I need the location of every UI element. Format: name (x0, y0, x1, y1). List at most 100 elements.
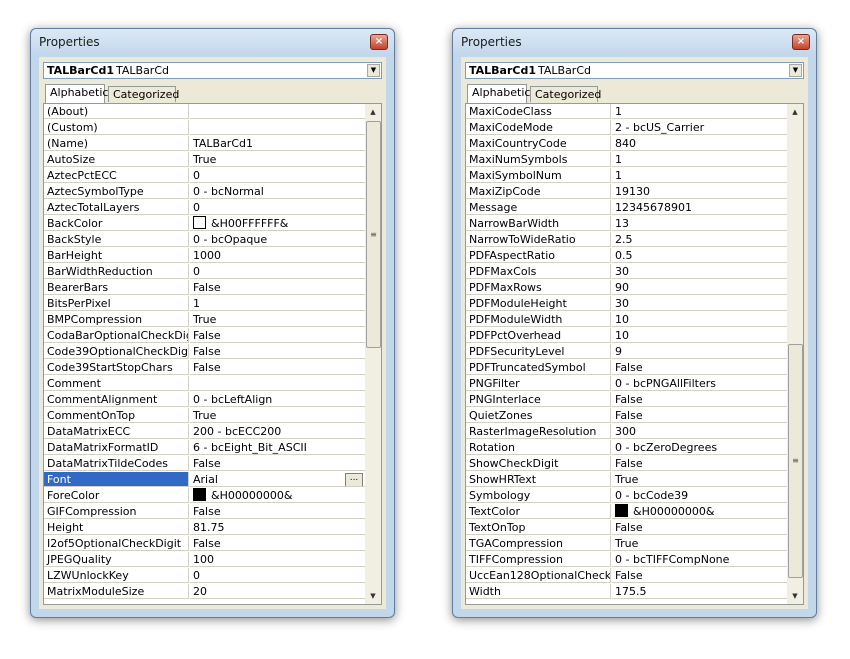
tab-alphabetic[interactable]: Alphabetic (467, 84, 530, 103)
property-name[interactable]: MaxiCodeClass (466, 104, 611, 119)
property-value[interactable]: 200 - bcECC200 (190, 424, 365, 439)
property-name[interactable]: AztecSymbolType (44, 184, 189, 199)
property-name[interactable]: Code39OptionalCheckDigit (44, 344, 189, 359)
property-value[interactable]: 840 (612, 136, 787, 151)
property-row[interactable]: MaxiCodeMode 2 - bcUS_Carrier (466, 120, 787, 136)
property-value[interactable]: 12345678901 (612, 200, 787, 215)
property-value[interactable]: False (190, 344, 365, 359)
property-name[interactable]: BMPCompression (44, 312, 189, 327)
property-name[interactable]: BearerBars (44, 280, 189, 295)
property-value[interactable]: 20 (190, 584, 365, 599)
property-value[interactable]: 1 (612, 168, 787, 183)
property-row[interactable]: BarWidthReduction 0 (44, 264, 365, 280)
property-row[interactable]: Width 175.5 (466, 584, 787, 600)
property-value[interactable]: 90 (612, 280, 787, 295)
property-value[interactable]: 0 - bcCode39 (612, 488, 787, 503)
property-row[interactable]: MaxiSymbolNum 1 (466, 168, 787, 184)
property-row[interactable]: PDFModuleHeight 30 (466, 296, 787, 312)
close-button[interactable]: × (370, 34, 388, 50)
property-name[interactable]: (Custom) (44, 120, 189, 135)
property-value[interactable]: True (612, 472, 787, 487)
property-value[interactable]: 0 - bcLeftAlign (190, 392, 365, 407)
property-value[interactable]: True (190, 312, 365, 327)
property-value[interactable]: False (612, 568, 787, 583)
object-selector-dropdown[interactable]: TALBarCd1 TALBarCd ▼ (43, 62, 382, 79)
property-name[interactable]: PDFModuleHeight (466, 296, 611, 311)
vertical-scrollbar[interactable]: ▲ ≡ ▼ (787, 104, 803, 604)
property-value[interactable]: 0 (190, 568, 365, 583)
property-name[interactable]: TGACompression (466, 536, 611, 551)
property-name[interactable]: PDFMaxCols (466, 264, 611, 279)
property-name[interactable]: BackStyle (44, 232, 189, 247)
property-row[interactable]: Message 12345678901 (466, 200, 787, 216)
property-name[interactable]: DataMatrixFormatID (44, 440, 189, 455)
property-value[interactable]: 0 - bcTIFFCompNone (612, 552, 787, 567)
property-value[interactable]: False (612, 456, 787, 471)
property-value[interactable]: TALBarCd1 (190, 136, 365, 151)
property-value[interactable]: 30 (612, 264, 787, 279)
property-row[interactable]: (About) (44, 104, 365, 120)
property-value[interactable]: 0 (190, 264, 365, 279)
property-name[interactable]: GIFCompression (44, 504, 189, 519)
property-row[interactable]: PDFMaxCols 30 (466, 264, 787, 280)
property-name[interactable]: (About) (44, 104, 189, 119)
property-row[interactable]: (Custom) (44, 120, 365, 136)
property-value[interactable]: 13 (612, 216, 787, 231)
property-name[interactable]: NarrowToWideRatio (466, 232, 611, 247)
property-value[interactable]: False (190, 536, 365, 551)
property-name[interactable]: PDFAspectRatio (466, 248, 611, 263)
property-name[interactable]: MatrixModuleSize (44, 584, 189, 599)
property-row[interactable]: LZWUnlockKey 0 (44, 568, 365, 584)
property-row[interactable]: QuietZones False (466, 408, 787, 424)
property-row[interactable]: DataMatrixTildeCodes False (44, 456, 365, 472)
close-button[interactable]: × (792, 34, 810, 50)
property-row[interactable]: CommentOnTop True (44, 408, 365, 424)
property-row[interactable]: PDFPctOverhead 10 (466, 328, 787, 344)
vertical-scrollbar[interactable]: ▲ ≡ ▼ (365, 104, 381, 604)
property-row[interactable]: BMPCompression True (44, 312, 365, 328)
property-value[interactable]: False (612, 408, 787, 423)
property-name[interactable]: Width (466, 584, 611, 599)
property-value[interactable]: False (190, 328, 365, 343)
property-value[interactable] (190, 376, 365, 391)
property-row[interactable]: MaxiNumSymbols 1 (466, 152, 787, 168)
property-row[interactable]: PDFAspectRatio 0.5 (466, 248, 787, 264)
property-value[interactable]: 10 (612, 312, 787, 327)
property-value[interactable]: 1 (190, 296, 365, 311)
property-name[interactable]: PDFSecurityLevel (466, 344, 611, 359)
property-value[interactable]: 0 (190, 168, 365, 183)
property-row[interactable]: AztecPctECC 0 (44, 168, 365, 184)
property-name[interactable]: Font (44, 472, 189, 487)
property-name[interactable]: MaxiNumSymbols (466, 152, 611, 167)
property-value[interactable]: 1 (612, 152, 787, 167)
property-value[interactable]: 1000 (190, 248, 365, 263)
property-row[interactable]: ForeColor &H00000000& (44, 488, 365, 504)
property-value[interactable]: True (190, 152, 365, 167)
property-row[interactable]: Rotation 0 - bcZeroDegrees (466, 440, 787, 456)
property-value[interactable]: 0 - bcZeroDegrees (612, 440, 787, 455)
object-selector-dropdown[interactable]: TALBarCd1 TALBarCd ▼ (465, 62, 804, 79)
property-name[interactable]: LZWUnlockKey (44, 568, 189, 583)
property-value[interactable]: False (612, 520, 787, 535)
property-value[interactable]: 0 - bcOpaque (190, 232, 365, 247)
property-row[interactable]: AutoSize True (44, 152, 365, 168)
property-value[interactable]: False (612, 392, 787, 407)
property-row[interactable]: MaxiZipCode 19130 (466, 184, 787, 200)
property-name[interactable]: ShowHRText (466, 472, 611, 487)
property-value[interactable] (190, 104, 365, 119)
property-row[interactable]: (Name) TALBarCd1 (44, 136, 365, 152)
property-name[interactable]: Height (44, 520, 189, 535)
property-row[interactable]: Code39StartStopChars False (44, 360, 365, 376)
property-row[interactable]: PNGFilter 0 - bcPNGAllFilters (466, 376, 787, 392)
property-name[interactable]: TextColor (466, 504, 611, 519)
scroll-down-arrow-icon[interactable]: ▼ (787, 588, 803, 604)
property-row[interactable]: AztecSymbolType 0 - bcNormal (44, 184, 365, 200)
property-name[interactable]: DataMatrixECC (44, 424, 189, 439)
property-row[interactable]: TIFFCompression 0 - bcTIFFCompNone (466, 552, 787, 568)
property-name[interactable]: QuietZones (466, 408, 611, 423)
property-value[interactable]: 2 - bcUS_Carrier (612, 120, 787, 135)
property-row[interactable]: BackColor &H00FFFFFF& (44, 216, 365, 232)
property-row[interactable]: CommentAlignment 0 - bcLeftAlign (44, 392, 365, 408)
property-name[interactable]: NarrowBarWidth (466, 216, 611, 231)
property-value[interactable] (190, 120, 365, 135)
